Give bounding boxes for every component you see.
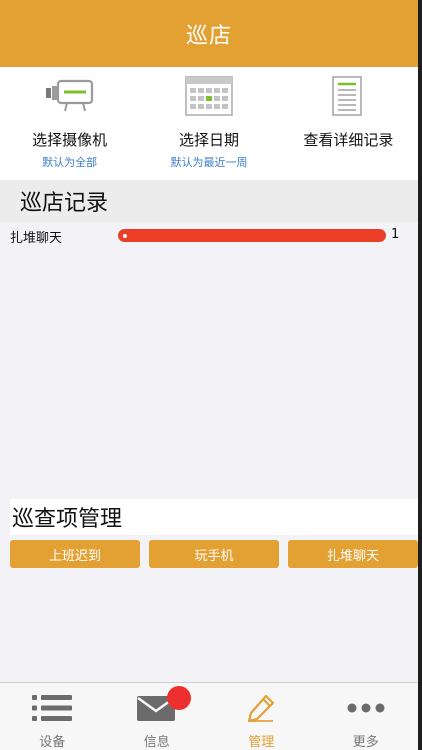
tab-more-label: 更多 <box>352 735 379 750</box>
view-detail-records-button[interactable]: 查看详细记录 <box>279 67 418 180</box>
tab-more[interactable]: 更多 <box>314 683 419 750</box>
playing-phone-button[interactable]: 玩手机 <box>149 540 279 568</box>
select-date-label: 选择日期 <box>178 131 239 149</box>
tab-management[interactable]: 管理 <box>209 683 314 750</box>
list-icon <box>32 687 73 729</box>
group-chatting-button[interactable]: 扎堆聊天 <box>288 540 418 568</box>
filter-toolbar: 选择摄像机 默认为全部 选择日期 默认为最近一周 查看详细记录 <box>0 67 418 180</box>
calendar-icon <box>185 75 233 117</box>
record-row[interactable]: 扎堆聊天 1 <box>0 222 418 248</box>
tab-devices-label: 设备 <box>39 735 66 750</box>
management-title: 巡查项管理 <box>12 507 123 532</box>
tab-messages[interactable]: 信息 <box>105 683 210 750</box>
select-camera-label: 选择摄像机 <box>32 131 108 149</box>
more-icon <box>346 687 386 729</box>
late-arrival-button[interactable]: 上班迟到 <box>10 540 140 568</box>
management-section-header: 巡查项管理 <box>10 499 418 535</box>
inspection-item-buttons: 上班迟到 玩手机 扎堆聊天 <box>10 540 418 568</box>
nav-bar: 巡店 <box>0 0 418 67</box>
select-date-button[interactable]: 选择日期 默认为最近一周 <box>139 67 278 180</box>
records-title: 巡店记录 <box>20 191 109 216</box>
view-detail-records-label: 查看详细记录 <box>303 131 394 149</box>
tab-management-label: 管理 <box>248 735 275 750</box>
document-icon <box>332 75 364 117</box>
select-date-default: 默认为最近一周 <box>170 156 248 169</box>
records-list: 扎堆聊天 1 <box>0 222 418 499</box>
tab-devices[interactable]: 设备 <box>0 683 105 750</box>
tab-bar: 设备 信息 管理 更多 <box>0 682 418 750</box>
select-camera-button[interactable]: 选择摄像机 默认为全部 <box>0 67 139 180</box>
record-bar <box>118 229 386 242</box>
page-title: 巡店 <box>185 23 232 49</box>
record-name: 扎堆聊天 <box>10 231 63 246</box>
notification-badge <box>166 686 191 710</box>
record-bar-track <box>118 229 386 242</box>
tab-messages-label: 信息 <box>143 735 170 750</box>
camera-icon <box>45 75 95 117</box>
record-count: 1 <box>391 227 400 242</box>
screen-edge <box>418 0 422 750</box>
select-camera-default: 默认为全部 <box>42 156 98 169</box>
records-section-header: 巡店记录 <box>0 180 418 222</box>
pencil-icon <box>246 687 276 729</box>
